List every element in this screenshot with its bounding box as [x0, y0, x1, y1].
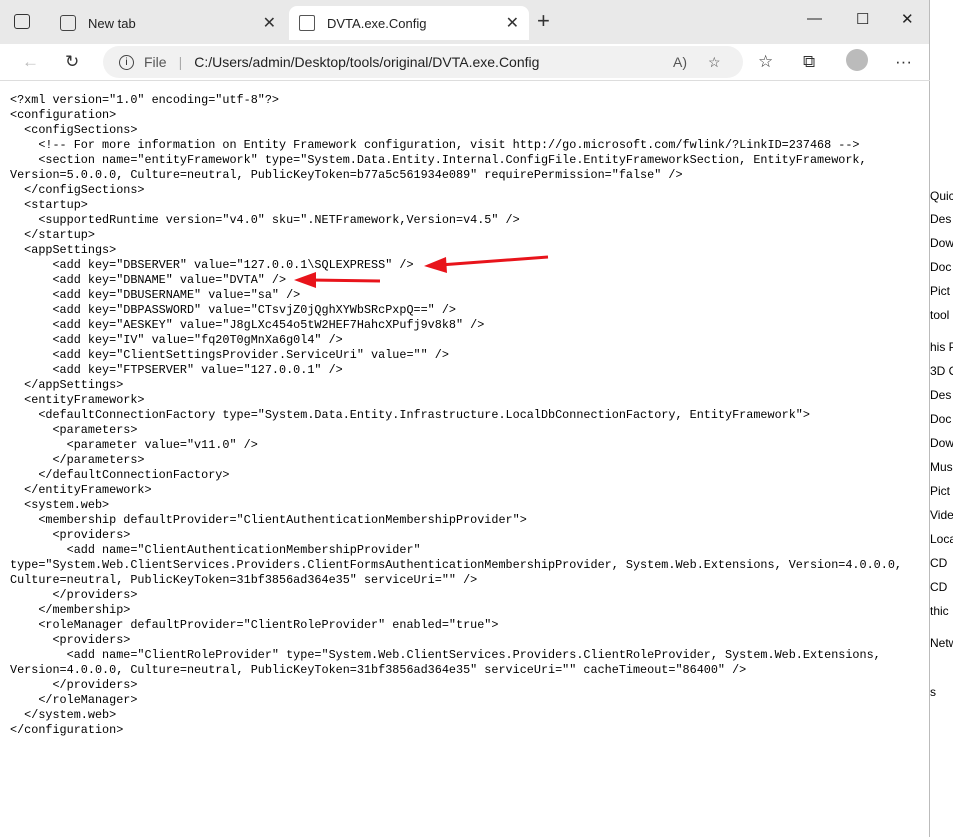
explorer-nav-item: Pict	[930, 484, 951, 498]
explorer-nav-item: 3D O	[930, 364, 953, 378]
red-arrow-dbserver	[424, 255, 549, 273]
explorer-nav-item: Vide	[930, 508, 953, 522]
explorer-nav-item: thic	[930, 604, 949, 618]
explorer-nav-item: Mus	[930, 460, 953, 474]
explorer-nav-item: CD	[930, 580, 948, 594]
red-arrow-dbname	[294, 272, 381, 288]
explorer-nav-item: Pict	[930, 284, 951, 298]
explorer-nav-item: Doc	[930, 260, 952, 274]
browser-window: New tab ✕ DVTA.exe.Config ✕ + — ☐ ✕ ← ↻ …	[0, 0, 930, 837]
explorer-nav-item: Des	[930, 388, 952, 402]
explorer-nav-item: tool	[930, 308, 950, 322]
explorer-nav-item: Netw	[930, 636, 953, 650]
explorer-nav-item: Quick	[930, 189, 953, 203]
explorer-nav-item: Dow	[930, 236, 953, 250]
explorer-nav-item: Loca	[930, 532, 953, 546]
explorer-nav-item: Doc	[930, 412, 952, 426]
explorer-nav-item: Des	[930, 212, 952, 226]
explorer-nav-item: CD	[930, 556, 948, 570]
explorer-nav-item: s	[930, 685, 936, 699]
explorer-nav-item: Dow	[930, 436, 953, 450]
explorer-nav-item: his P	[930, 340, 953, 354]
annotation-layer	[294, 255, 549, 288]
